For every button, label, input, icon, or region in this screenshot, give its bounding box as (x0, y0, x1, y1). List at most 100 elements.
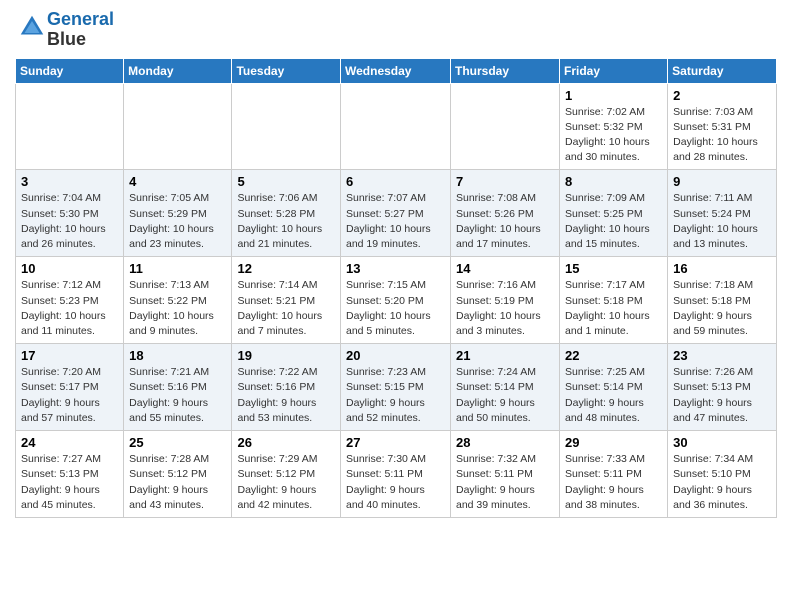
calendar-cell: 24 Sunrise: 7:27 AMSunset: 5:13 PMDayligh… (16, 431, 124, 518)
calendar-cell: 20Sunrise: 7:23 AMSunset: 5:15 PMDayligh… (341, 344, 451, 431)
day-info: Sunrise: 7:04 AMSunset: 5:30 PMDaylight:… (21, 191, 118, 252)
day-info: Sunrise: 7:13 AMSunset: 5:22 PMDaylight:… (129, 278, 226, 339)
calendar-cell: 6 Sunrise: 7:07 AMSunset: 5:27 PMDaylight… (341, 170, 451, 257)
day-info: Sunrise: 7:32 AMSunset: 5:11 PMDaylight:… (456, 452, 554, 513)
day-number: 14 (456, 261, 554, 276)
day-info: Sunrise: 7:28 AMSunset: 5:12 PMDaylight:… (129, 452, 226, 513)
calendar-cell: 8 Sunrise: 7:09 AMSunset: 5:25 PMDaylight… (560, 170, 668, 257)
page-header: GeneralBlue (15, 10, 777, 50)
calendar-cell: 12 Sunrise: 7:14 AMSunset: 5:21 PMDayligh… (232, 257, 341, 344)
day-number: 16 (673, 261, 771, 276)
day-number: 1 (565, 88, 662, 103)
day-info: Sunrise: 7:11 AMSunset: 5:24 PMDaylight:… (673, 191, 771, 252)
calendar-week-row: 1 Sunrise: 7:02 AMSunset: 5:32 PMDaylight… (16, 83, 777, 170)
day-number: 11 (129, 261, 226, 276)
day-info: Sunrise: 7:18 AMSunset: 5:18 PMDaylight:… (673, 278, 771, 339)
day-number: 21 (456, 348, 554, 363)
day-number: 26 (237, 435, 335, 450)
day-number: 18 (129, 348, 226, 363)
day-info: Sunrise: 7:08 AMSunset: 5:26 PMDaylight:… (456, 191, 554, 252)
day-number: 22 (565, 348, 662, 363)
logo-icon (17, 12, 47, 42)
day-number: 12 (237, 261, 335, 276)
calendar-cell: 5 Sunrise: 7:06 AMSunset: 5:28 PMDaylight… (232, 170, 341, 257)
calendar-cell: 29Sunrise: 7:33 AMSunset: 5:11 PMDayligh… (560, 431, 668, 518)
day-info: Sunrise: 7:25 AMSunset: 5:14 PMDaylight:… (565, 365, 662, 426)
day-info: Sunrise: 7:02 AMSunset: 5:32 PMDaylight:… (565, 105, 662, 166)
calendar-week-row: 17 Sunrise: 7:20 AMSunset: 5:17 PMDayligh… (16, 344, 777, 431)
calendar-cell: 21 Sunrise: 7:24 AMSunset: 5:14 PMDayligh… (451, 344, 560, 431)
day-info: Sunrise: 7:15 AMSunset: 5:20 PMDaylight:… (346, 278, 445, 339)
day-number: 23 (673, 348, 771, 363)
day-number: 19 (237, 348, 335, 363)
day-number: 25 (129, 435, 226, 450)
day-number: 13 (346, 261, 445, 276)
calendar-cell: 23 Sunrise: 7:26 AMSunset: 5:13 PMDayligh… (668, 344, 777, 431)
day-info: Sunrise: 7:20 AMSunset: 5:17 PMDaylight:… (21, 365, 118, 426)
calendar-cell: 28 Sunrise: 7:32 AMSunset: 5:11 PMDayligh… (451, 431, 560, 518)
day-number: 24 (21, 435, 118, 450)
calendar-cell (124, 83, 232, 170)
calendar-cell: 2Sunrise: 7:03 AMSunset: 5:31 PMDaylight… (668, 83, 777, 170)
day-number: 28 (456, 435, 554, 450)
calendar-cell (16, 83, 124, 170)
calendar-cell: 3 Sunrise: 7:04 AMSunset: 5:30 PMDaylight… (16, 170, 124, 257)
day-number: 30 (673, 435, 771, 450)
day-number: 3 (21, 174, 118, 189)
day-info: Sunrise: 7:29 AMSunset: 5:12 PMDaylight:… (237, 452, 335, 513)
calendar-cell: 10 Sunrise: 7:12 AMSunset: 5:23 PMDayligh… (16, 257, 124, 344)
day-number: 17 (21, 348, 118, 363)
day-number: 6 (346, 174, 445, 189)
calendar-cell (451, 83, 560, 170)
day-number: 2 (673, 88, 771, 103)
calendar-cell: 30 Sunrise: 7:34 AMSunset: 5:10 PMDayligh… (668, 431, 777, 518)
day-info: Sunrise: 7:34 AMSunset: 5:10 PMDaylight:… (673, 452, 771, 513)
calendar-cell: 11 Sunrise: 7:13 AMSunset: 5:22 PMDayligh… (124, 257, 232, 344)
day-of-week-header: Saturday (668, 58, 777, 83)
calendar-cell (341, 83, 451, 170)
day-number: 5 (237, 174, 335, 189)
calendar-cell: 4 Sunrise: 7:05 AMSunset: 5:29 PMDaylight… (124, 170, 232, 257)
day-info: Sunrise: 7:09 AMSunset: 5:25 PMDaylight:… (565, 191, 662, 252)
calendar-cell: 19 Sunrise: 7:22 AMSunset: 5:16 PMDayligh… (232, 344, 341, 431)
day-info: Sunrise: 7:30 AMSunset: 5:11 PMDaylight:… (346, 452, 445, 513)
logo-text: GeneralBlue (47, 10, 114, 50)
day-number: 7 (456, 174, 554, 189)
day-info: Sunrise: 7:22 AMSunset: 5:16 PMDaylight:… (237, 365, 335, 426)
day-number: 9 (673, 174, 771, 189)
day-of-week-header: Wednesday (341, 58, 451, 83)
calendar-week-row: 10 Sunrise: 7:12 AMSunset: 5:23 PMDayligh… (16, 257, 777, 344)
day-of-week-header: Thursday (451, 58, 560, 83)
calendar-cell: 16 Sunrise: 7:18 AMSunset: 5:18 PMDayligh… (668, 257, 777, 344)
day-number: 15 (565, 261, 662, 276)
calendar-header-row: SundayMondayTuesdayWednesdayThursdayFrid… (16, 58, 777, 83)
day-info: Sunrise: 7:24 AMSunset: 5:14 PMDaylight:… (456, 365, 554, 426)
day-info: Sunrise: 7:33 AMSunset: 5:11 PMDaylight:… (565, 452, 662, 513)
day-number: 8 (565, 174, 662, 189)
day-of-week-header: Tuesday (232, 58, 341, 83)
day-info: Sunrise: 7:07 AMSunset: 5:27 PMDaylight:… (346, 191, 445, 252)
calendar-week-row: 24 Sunrise: 7:27 AMSunset: 5:13 PMDayligh… (16, 431, 777, 518)
calendar-cell: 27Sunrise: 7:30 AMSunset: 5:11 PMDayligh… (341, 431, 451, 518)
day-info: Sunrise: 7:05 AMSunset: 5:29 PMDaylight:… (129, 191, 226, 252)
day-info: Sunrise: 7:21 AMSunset: 5:16 PMDaylight:… (129, 365, 226, 426)
calendar-cell: 18 Sunrise: 7:21 AMSunset: 5:16 PMDayligh… (124, 344, 232, 431)
day-info: Sunrise: 7:17 AMSunset: 5:18 PMDaylight:… (565, 278, 662, 339)
day-number: 4 (129, 174, 226, 189)
calendar-cell: 9 Sunrise: 7:11 AMSunset: 5:24 PMDaylight… (668, 170, 777, 257)
calendar-cell: 15 Sunrise: 7:17 AMSunset: 5:18 PMDayligh… (560, 257, 668, 344)
day-info: Sunrise: 7:26 AMSunset: 5:13 PMDaylight:… (673, 365, 771, 426)
calendar-cell: 7 Sunrise: 7:08 AMSunset: 5:26 PMDaylight… (451, 170, 560, 257)
calendar-week-row: 3 Sunrise: 7:04 AMSunset: 5:30 PMDaylight… (16, 170, 777, 257)
day-of-week-header: Monday (124, 58, 232, 83)
day-info: Sunrise: 7:14 AMSunset: 5:21 PMDaylight:… (237, 278, 335, 339)
calendar-cell: 25 Sunrise: 7:28 AMSunset: 5:12 PMDayligh… (124, 431, 232, 518)
day-of-week-header: Sunday (16, 58, 124, 83)
day-info: Sunrise: 7:12 AMSunset: 5:23 PMDaylight:… (21, 278, 118, 339)
day-of-week-header: Friday (560, 58, 668, 83)
calendar-cell: 14Sunrise: 7:16 AMSunset: 5:19 PMDayligh… (451, 257, 560, 344)
day-info: Sunrise: 7:06 AMSunset: 5:28 PMDaylight:… (237, 191, 335, 252)
day-info: Sunrise: 7:27 AMSunset: 5:13 PMDaylight:… (21, 452, 118, 513)
calendar-cell: 22 Sunrise: 7:25 AMSunset: 5:14 PMDayligh… (560, 344, 668, 431)
day-number: 10 (21, 261, 118, 276)
